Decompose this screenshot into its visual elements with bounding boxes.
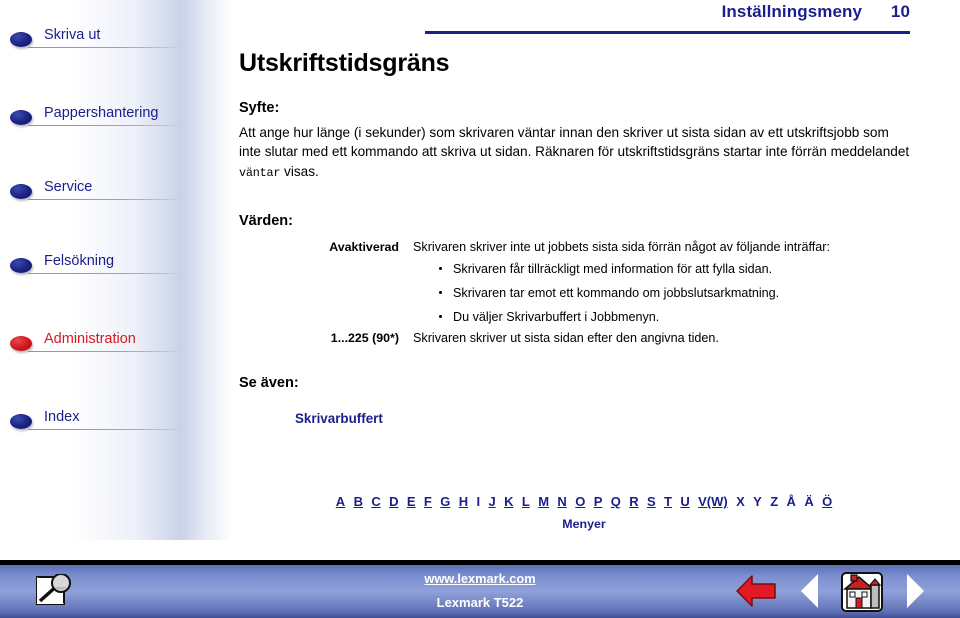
value-bullet-list: Skrivaren får tillräckligt med informati… <box>413 257 911 329</box>
list-item-label: Skrivaren tar emot ett kommando om jobbs… <box>453 286 780 301</box>
bullet-icon <box>10 184 32 199</box>
list-item-label: Skrivaren får tillräckligt med informati… <box>453 262 773 277</box>
alpha-link-y[interactable]: Y <box>753 494 762 509</box>
back-arrow-icon[interactable] <box>735 572 777 610</box>
alpha-link-t[interactable]: T <box>664 494 672 509</box>
menyer-link[interactable]: Menyer <box>239 517 929 531</box>
sidebar-item-felsokning[interactable]: Felsökning <box>0 252 190 278</box>
alphabet-row: A B C D E F G H I J K L M N O P Q R S T U V(W) X Y Z Å Ä Ö <box>239 494 929 509</box>
purpose-text-b: visas. <box>280 163 319 179</box>
alpha-link-auml[interactable]: Ä <box>804 494 813 509</box>
sidebar-item-administration[interactable]: Administration <box>0 330 190 356</box>
purpose-heading: Syfte: <box>239 100 280 116</box>
next-arrow-icon[interactable] <box>903 572 927 610</box>
bullet-icon <box>10 32 32 47</box>
alpha-link-u[interactable]: U <box>680 494 689 509</box>
sidebar: Skriva ut Pappershantering Service Felsö… <box>0 0 232 540</box>
table-row: Avaktiverad Skrivaren skriver inte ut jo… <box>239 238 911 257</box>
sidebar-item-rule <box>28 47 183 48</box>
alphabet-navigation: A B C D E F G H I J K L M N O P Q R S T U V(W) X Y Z Å Ä Ö Menyer <box>239 494 929 531</box>
alpha-link-a[interactable]: A <box>336 494 345 509</box>
value-key-spacer <box>239 257 413 329</box>
sidebar-item-label: Pappershantering <box>44 105 159 121</box>
alpha-link-d[interactable]: D <box>389 494 398 509</box>
sidebar-item-rule <box>28 351 183 352</box>
value-description: Skrivaren skriver ut sista sidan efter d… <box>413 331 719 346</box>
alpha-link-m[interactable]: M <box>538 494 549 509</box>
values-heading: Värden: <box>239 213 293 230</box>
sidebar-item-label: Index <box>44 409 80 425</box>
alpha-link-e[interactable]: E <box>407 494 416 509</box>
alpha-link-h[interactable]: H <box>459 494 468 509</box>
purpose-text: Att ange hur länge (i sekunder) som skri… <box>239 123 911 183</box>
value-bullet-cell: Skrivaren får tillräckligt med informati… <box>413 257 911 329</box>
alpha-link-x[interactable]: X <box>736 494 745 509</box>
alpha-link-k[interactable]: K <box>504 494 513 509</box>
alpha-link-o[interactable]: O <box>575 494 585 509</box>
alpha-link-z[interactable]: Z <box>770 494 778 509</box>
header-section-title: Inställningsmeny <box>721 2 863 21</box>
purpose-text-mono: väntar <box>239 165 281 180</box>
alpha-link-f[interactable]: F <box>424 494 432 509</box>
list-item: Skrivaren tar emot ett kommando om jobbs… <box>413 281 911 305</box>
alpha-link-b[interactable]: B <box>354 494 363 509</box>
bullet-icon <box>10 414 32 429</box>
prev-arrow-icon[interactable] <box>798 572 822 610</box>
alpha-link-vw[interactable]: V(W) <box>698 494 728 509</box>
bullet-dot-icon <box>439 315 442 319</box>
alpha-link-ouml[interactable]: Ö <box>822 494 832 509</box>
alpha-link-s[interactable]: S <box>647 494 656 509</box>
alpha-link-g[interactable]: G <box>440 494 450 509</box>
bullet-icon <box>10 258 32 273</box>
sidebar-item-label: Service <box>44 179 93 195</box>
header-row: Inställningsmeny 10 <box>390 2 910 22</box>
value-key: 1...225 (90*) <box>330 331 399 346</box>
alpha-link-j[interactable]: J <box>489 494 496 509</box>
bullet-icon <box>10 110 32 125</box>
sidebar-item-skriva-ut[interactable]: Skriva ut <box>0 26 190 52</box>
alpha-link-r[interactable]: R <box>629 494 638 509</box>
alpha-link-q[interactable]: Q <box>611 494 621 509</box>
sidebar-item-rule <box>28 125 183 126</box>
bullet-icon <box>10 336 32 351</box>
footer-url-link[interactable]: www.lexmark.com <box>424 571 535 586</box>
values-table: Avaktiverad Skrivaren skriver inte ut jo… <box>239 238 911 348</box>
page-title: Utskriftstidsgräns <box>239 49 450 77</box>
sidebar-item-label: Skriva ut <box>44 27 101 43</box>
sidebar-item-service[interactable]: Service <box>0 178 190 204</box>
alpha-link-c[interactable]: C <box>371 494 380 509</box>
page-number: 10 <box>890 2 910 21</box>
alpha-link-n[interactable]: N <box>557 494 566 509</box>
sidebar-item-index[interactable]: Index <box>0 408 190 434</box>
alpha-link-aring[interactable]: Å <box>787 494 796 509</box>
purpose-text-a: Att ange hur länge (i sekunder) som skri… <box>239 125 910 160</box>
bullet-dot-icon <box>439 267 442 271</box>
home-icon[interactable] <box>841 572 883 612</box>
see-also-link[interactable]: Skrivarbuffert <box>295 411 383 426</box>
main-content: Utskriftstidsgräns Syfte: Att ange hur l… <box>239 48 939 428</box>
alpha-link-i[interactable]: I <box>477 494 481 509</box>
list-item-label: Du väljer Skrivarbuffert i Jobbmenyn. <box>453 310 660 325</box>
table-row: 1...225 (90*) Skrivaren skriver ut sista… <box>239 329 911 348</box>
footer-bar: www.lexmark.com Lexmark T522 <box>0 565 960 618</box>
sidebar-item-rule <box>28 273 183 274</box>
list-item: Du väljer Skrivarbuffert i Jobbmenyn. <box>413 305 911 329</box>
sidebar-item-label: Felsökning <box>44 253 115 269</box>
sidebar-item-pappershantering[interactable]: Pappershantering <box>0 104 190 130</box>
value-description: Skrivaren skriver inte ut jobbets sista … <box>413 240 830 255</box>
alpha-link-p[interactable]: P <box>594 494 603 509</box>
table-row: Skrivaren får tillräckligt med informati… <box>239 257 911 329</box>
sidebar-item-label: Administration <box>44 331 136 347</box>
header-divider <box>425 31 910 34</box>
page-header: Inställningsmeny 10 <box>390 2 910 22</box>
see-also-heading: Se även: <box>239 375 299 392</box>
alpha-link-l[interactable]: L <box>522 494 530 509</box>
list-item: Skrivaren får tillräckligt med informati… <box>413 257 911 281</box>
value-key: Avaktiverad <box>329 240 399 255</box>
sidebar-item-rule <box>28 429 183 430</box>
sidebar-item-rule <box>28 199 183 200</box>
bullet-dot-icon <box>439 291 442 295</box>
